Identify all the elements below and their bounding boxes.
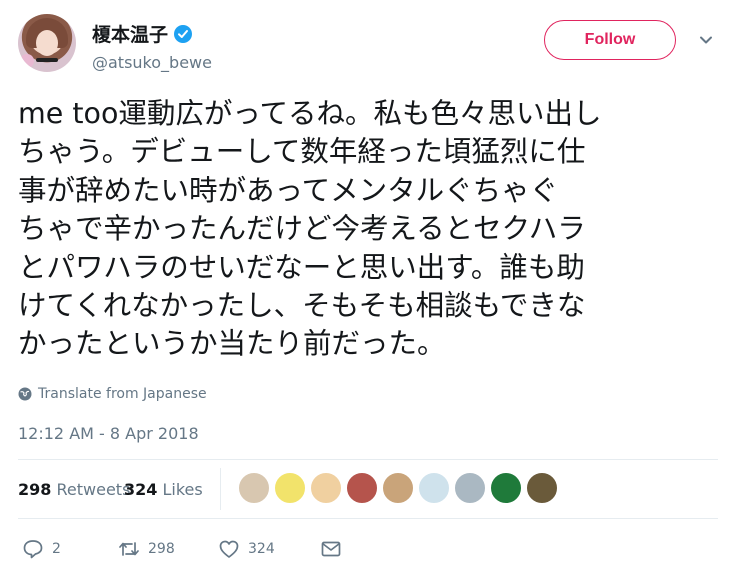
tweet-line: me too運動広がってるね。私も色々思い出し bbox=[18, 97, 602, 130]
chevron-down-icon[interactable] bbox=[698, 32, 714, 48]
display-name[interactable]: 榎本温子 bbox=[92, 20, 168, 47]
liker-avatar[interactable] bbox=[454, 472, 486, 504]
liker-avatar[interactable] bbox=[526, 472, 558, 504]
retweet-icon bbox=[119, 542, 139, 556]
avatar-flower bbox=[20, 54, 34, 68]
tweet-line: けてくれなかったし、そもそも相談もできな bbox=[18, 288, 586, 322]
retweets-label: Retweets bbox=[56, 480, 131, 499]
divider bbox=[18, 518, 718, 519]
stats-separator bbox=[220, 468, 221, 510]
display-name-row[interactable]: 榎本温子 bbox=[92, 20, 212, 47]
divider bbox=[18, 459, 718, 460]
checkmark-icon bbox=[178, 29, 189, 38]
avatar-face bbox=[36, 30, 58, 56]
translate-link[interactable]: Translate from Japanese bbox=[18, 386, 207, 402]
tweet-line: かったというか当たり前だった。 bbox=[18, 327, 446, 361]
globe-icon bbox=[18, 387, 32, 401]
likes-label: Likes bbox=[162, 480, 203, 499]
liker-avatar[interactable] bbox=[346, 472, 378, 504]
follow-button[interactable]: Follow bbox=[544, 20, 676, 60]
liker-avatar[interactable] bbox=[274, 472, 306, 504]
tweet-stats: 298 Retweets 324 Likes bbox=[18, 468, 718, 510]
like-count: 324 bbox=[248, 541, 275, 557]
heart-icon bbox=[219, 540, 239, 558]
direct-message-action[interactable] bbox=[320, 538, 342, 560]
tweet-line: ちゃう。デビューして数年経った頃猛烈に仕 bbox=[18, 135, 586, 169]
avatar[interactable] bbox=[18, 14, 76, 72]
tweet-timestamp[interactable]: 12:12 AM - 8 Apr 2018 bbox=[18, 424, 199, 443]
retweet-count: 298 bbox=[148, 541, 175, 557]
avatar-choker bbox=[36, 58, 58, 62]
reply-count: 2 bbox=[52, 541, 61, 557]
liker-avatar[interactable] bbox=[490, 472, 522, 504]
retweets-count: 298 bbox=[18, 480, 52, 499]
likes-stat[interactable]: 324 Likes bbox=[124, 480, 203, 499]
liker-avatar[interactable] bbox=[310, 472, 342, 504]
reply-action[interactable]: 2 bbox=[22, 538, 61, 560]
liker-avatar[interactable] bbox=[238, 472, 270, 504]
user-handle[interactable]: @atsuko_bewe bbox=[92, 53, 212, 72]
translate-label[interactable]: Translate from Japanese bbox=[38, 386, 207, 402]
verified-badge-icon bbox=[174, 24, 193, 43]
tweet-line: 事が辞めたい時があってメンタルぐちゃぐ bbox=[18, 173, 559, 207]
retweet-action[interactable]: 298 bbox=[118, 538, 175, 560]
reply-icon bbox=[23, 540, 43, 559]
tweet-line: ちゃで辛かったんだけど今考えるとセクハラ bbox=[18, 212, 586, 246]
tweet-header: 榎本温子 @atsuko_bewe Follow bbox=[18, 14, 718, 76]
tweet-actions: 2 298 324 bbox=[18, 538, 718, 562]
user-names: 榎本温子 @atsuko_bewe bbox=[92, 20, 212, 72]
liker-avatar[interactable] bbox=[382, 472, 414, 504]
likes-count: 324 bbox=[124, 480, 158, 499]
liker-avatar[interactable] bbox=[418, 472, 450, 504]
tweet-line: とパワハラのせいだなーと思い出す。誰も助 bbox=[18, 250, 585, 284]
tweet-text: me too運動広がってるね。私も色々思い出し ちゃう。デビューして数年経った頃… bbox=[18, 95, 718, 364]
liker-avatars bbox=[238, 472, 558, 504]
envelope-icon bbox=[321, 541, 341, 557]
retweets-stat[interactable]: 298 Retweets bbox=[18, 480, 130, 499]
like-action[interactable]: 324 bbox=[218, 538, 275, 560]
